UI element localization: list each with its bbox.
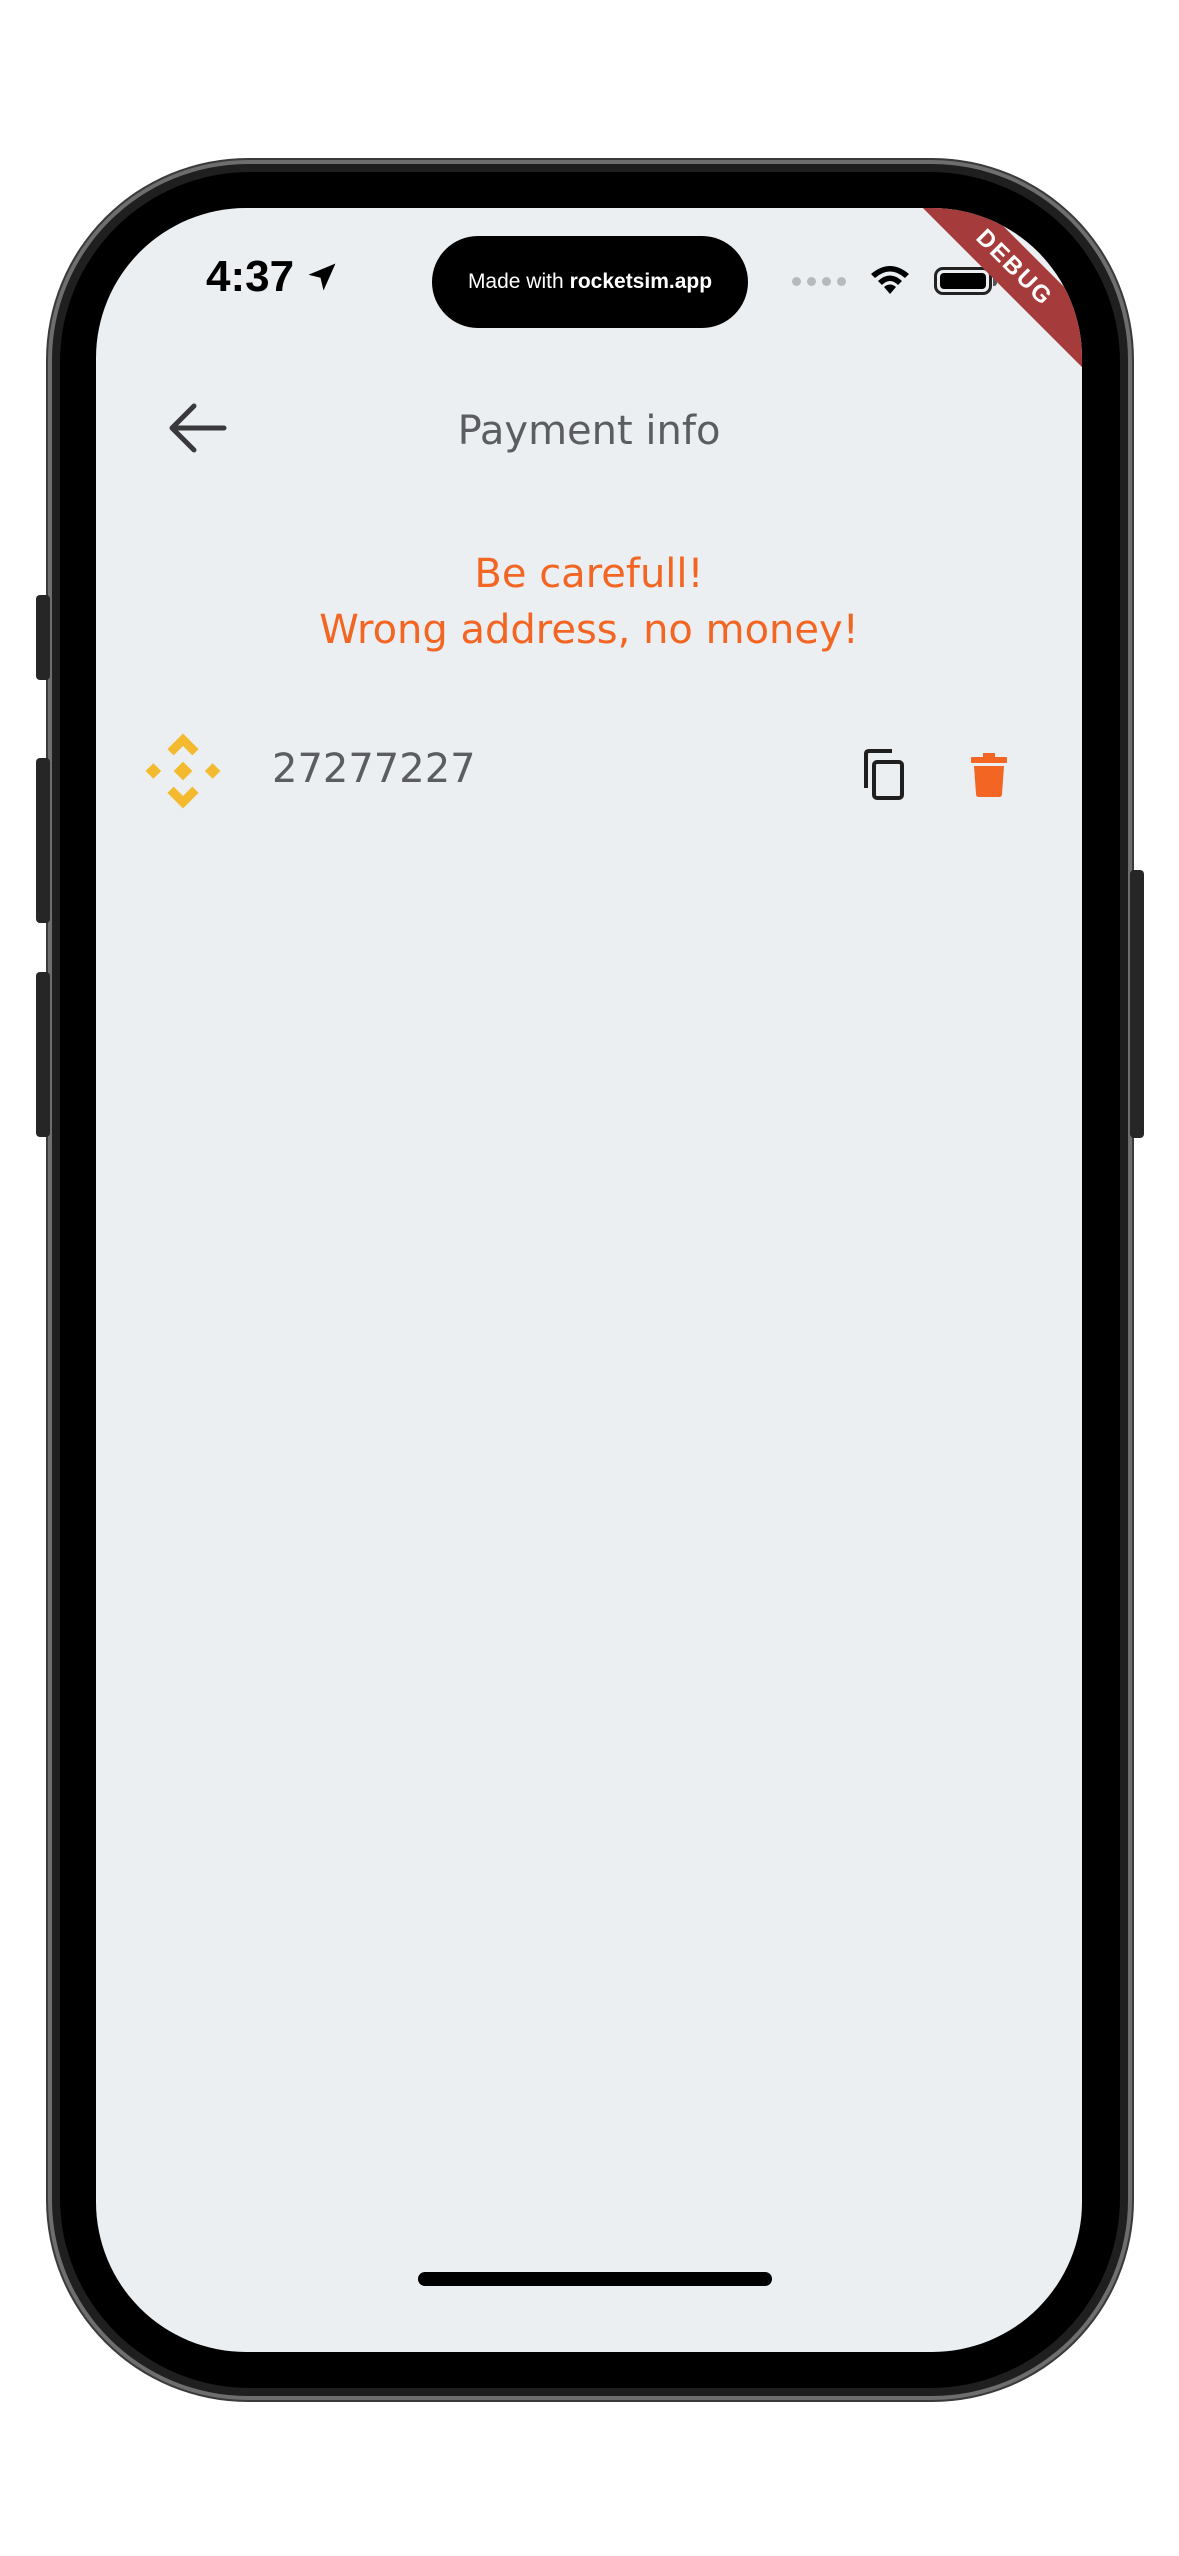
wallet-address: 27277227 <box>272 746 476 792</box>
status-indicators <box>792 264 997 298</box>
wallet-list-item: 27277227 <box>96 708 1082 838</box>
island-brand: rocketsim.app <box>569 270 713 293</box>
dynamic-island: Made with rocketsim.app <box>432 236 748 328</box>
volume-down-button <box>36 972 50 1137</box>
wifi-icon <box>871 266 909 294</box>
app-bar: Payment info <box>96 368 1082 488</box>
status-time-label: 4:37 <box>206 252 295 301</box>
copy-icon <box>864 749 904 800</box>
app-screen: 4:37 Made with rocketsim.app DEBUG Payme… <box>96 208 1082 2352</box>
binance-icon <box>145 733 221 809</box>
location-arrow-icon <box>308 263 336 291</box>
island-prefix: Made with <box>467 270 564 293</box>
signal-dots-icon <box>792 276 846 286</box>
delete-button[interactable] <box>954 740 1024 810</box>
warning-line-1: Be carefull! <box>474 551 704 597</box>
home-indicator[interactable] <box>418 2272 772 2286</box>
page-title: Payment info <box>457 408 721 454</box>
warning-message: Be carefull! Wrong address, no money! <box>96 546 1082 658</box>
trash-icon <box>971 753 1007 797</box>
status-time: 4:37 <box>206 252 340 302</box>
mute-switch <box>36 595 50 680</box>
volume-up-button <box>36 758 50 923</box>
warning-line-2: Wrong address, no money! <box>319 607 859 653</box>
power-button <box>1130 870 1144 1138</box>
battery-icon <box>934 267 997 295</box>
copy-button[interactable] <box>848 740 918 810</box>
